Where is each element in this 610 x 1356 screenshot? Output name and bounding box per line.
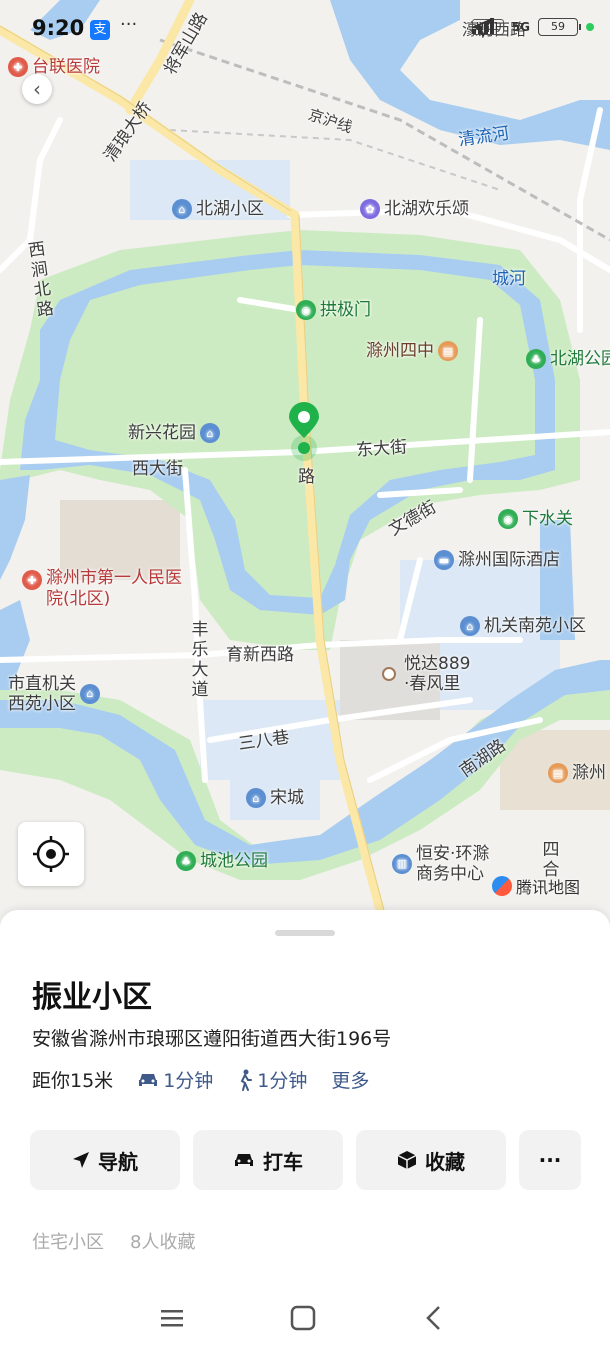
park-icon: ♣ xyxy=(526,349,546,369)
scenic-icon: ◉ xyxy=(498,509,518,529)
school-icon: ▤ xyxy=(438,341,458,361)
taxi-icon xyxy=(235,1154,253,1166)
action-buttons: 导航 打车 收藏 ··· xyxy=(30,1130,581,1190)
walk-time[interactable]: 1分钟 xyxy=(237,1066,307,1093)
favorite-button[interactable]: 收藏 xyxy=(356,1130,506,1190)
tencent-logo-icon xyxy=(492,876,512,896)
signal-icon xyxy=(472,18,495,34)
menu-icon xyxy=(161,1310,183,1327)
map-poi-shizhi-jiguan[interactable]: 市直机关 西苑小区⌂ xyxy=(8,674,104,714)
system-nav-bar xyxy=(0,1280,610,1356)
status-bar: 9:20 支 ··· HD1 5G 59 xyxy=(0,0,610,62)
map-road-xida: 西大街 xyxy=(132,459,183,479)
my-location-button[interactable] xyxy=(18,822,84,886)
map-poi-chuzhou-edge[interactable]: ▤ 滁州 xyxy=(548,758,606,783)
map-poi-beihu-community[interactable]: ⌂ 北湖小区 xyxy=(172,194,264,219)
tag-category: 住宅小区 xyxy=(32,1232,104,1253)
car-icon xyxy=(139,1073,158,1086)
home-square-icon xyxy=(290,1305,316,1331)
network-type: 5G xyxy=(511,20,530,34)
box-icon xyxy=(397,1151,417,1169)
scenic-icon: ◉ xyxy=(296,300,316,320)
place-tags: 住宅小区 8人收藏 xyxy=(32,1228,195,1254)
notification-more-icon: ··· xyxy=(120,14,138,35)
distance-text: 距你15米 xyxy=(32,1070,114,1092)
map-road-yuxin-west: 育新西路 xyxy=(226,645,294,665)
map-poi-gongjimen[interactable]: ◉ 拱极门 xyxy=(296,295,371,320)
residence-icon: ⌂ xyxy=(172,199,192,219)
more-link[interactable]: 更多 xyxy=(331,1066,369,1093)
privacy-dot-icon xyxy=(586,23,594,31)
school-icon: ▤ xyxy=(548,763,568,783)
home-button[interactable] xyxy=(283,1300,323,1336)
mall-icon: ✿ xyxy=(360,199,380,219)
place-title: 振业小区 xyxy=(32,980,152,1015)
map-poi-hengan[interactable]: ▥ 恒安·环滁 商务中心 xyxy=(392,844,489,884)
crosshair-icon xyxy=(33,836,69,872)
residence-icon: ⌂ xyxy=(80,684,100,704)
place-meta-row: 距你15米 1分钟 1分钟 更多 xyxy=(32,1066,369,1093)
alipay-icon: 支 xyxy=(90,20,110,40)
residence-icon: ⌂ xyxy=(200,423,220,443)
hotel-icon: ▬ xyxy=(434,550,454,570)
tag-favorites: 8人收藏 xyxy=(130,1232,196,1253)
recent-apps-button[interactable] xyxy=(152,1300,192,1336)
residence-icon: ⌂ xyxy=(460,616,480,636)
back-button[interactable]: ‹ xyxy=(22,74,52,104)
map-poi-first-hospital[interactable]: ✚ 滁州市第一人民医院(北区) xyxy=(22,568,182,610)
park-icon: ♣ xyxy=(176,851,196,871)
map-poi-yueda889[interactable]: 悦达889 ·春风里 xyxy=(382,654,470,694)
map-poi-beihu-park[interactable]: ♣ 北湖公园 xyxy=(526,344,610,369)
place-address: 安徽省滁州市琅琊区遵阳街道西大街196号 xyxy=(32,1028,392,1050)
walk-icon xyxy=(240,1069,253,1091)
map-poi-chuzhou-no4-middle[interactable]: 滁州四中 ▤ xyxy=(366,336,462,361)
tencent-map-logo: 腾讯地图 xyxy=(492,874,580,898)
hospital-icon: ✚ xyxy=(22,570,42,590)
map-poi-xinxing-garden[interactable]: 新兴花园 ⌂ xyxy=(128,418,224,443)
sheet-drag-handle[interactable] xyxy=(275,930,335,936)
mall-icon xyxy=(382,667,396,681)
taxi-button[interactable]: 打车 xyxy=(193,1130,343,1190)
more-dots-icon: ··· xyxy=(538,1148,562,1172)
back-nav-button[interactable] xyxy=(414,1300,454,1336)
chevron-left-icon: ‹ xyxy=(33,77,41,101)
map-poi-chuzhou-intl-hotel[interactable]: ▬ 滁州国际酒店 xyxy=(434,545,560,570)
map-road-dongda: 东大街 xyxy=(355,437,408,461)
more-actions-button[interactable]: ··· xyxy=(519,1130,581,1190)
back-chevron-icon xyxy=(426,1306,440,1330)
map-view[interactable]: ✚台联医院 将军山路 清琅大桥 京沪线 清流河 濠河西路 ⌂北湖小区 ✿北湖欢乐… xyxy=(0,0,610,930)
map-poi-jiguan-nanyuan[interactable]: ⌂ 机关南苑小区 xyxy=(460,611,586,636)
map-poi-beihu-joy[interactable]: ✿ 北湖欢乐颂 xyxy=(360,194,469,219)
battery-level: 59 xyxy=(551,20,565,33)
map-poi-chengchi-park[interactable]: ♣ 城池公园 xyxy=(176,846,268,871)
status-time: 9:20 xyxy=(32,16,85,40)
navigation-arrow-icon xyxy=(73,1152,89,1168)
residence-icon: ⌂ xyxy=(246,788,266,808)
office-icon: ▥ xyxy=(392,854,412,874)
map-poi-song-city[interactable]: ⌂ 宋城 xyxy=(246,783,304,808)
navigate-button[interactable]: 导航 xyxy=(30,1130,180,1190)
drive-time[interactable]: 1分钟 xyxy=(137,1066,213,1093)
map-water-chenghe: 城河 xyxy=(492,269,526,289)
map-poi-xiashuiguan[interactable]: ◉ 下水关 xyxy=(498,504,573,529)
map-road-under-pin: 路 xyxy=(298,467,315,487)
map-road-fengle: 丰乐大道 xyxy=(191,620,209,700)
battery-icon: 59 xyxy=(538,18,581,36)
